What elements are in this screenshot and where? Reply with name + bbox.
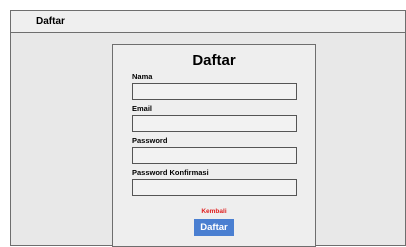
- name-field[interactable]: [132, 83, 297, 100]
- password-confirm-label: Password Konfirmasi: [132, 168, 209, 177]
- email-label: Email: [132, 104, 153, 113]
- password-confirm-field[interactable]: [132, 179, 297, 196]
- register-title: Daftar: [192, 52, 236, 69]
- navbar-brand[interactable]: Daftar: [36, 16, 65, 27]
- back-link[interactable]: Kembali: [113, 208, 315, 215]
- app-window: Daftar Daftar Nama Email Password Passwo…: [10, 10, 406, 247]
- top-navbar: Daftar: [11, 11, 405, 33]
- register-submit-button[interactable]: Daftar: [194, 219, 234, 236]
- password-field[interactable]: [132, 147, 297, 164]
- name-label: Nama: [132, 72, 153, 81]
- email-field[interactable]: [132, 115, 297, 132]
- password-label: Password: [132, 136, 168, 145]
- register-card: Daftar Nama Email Password Password Konf…: [112, 44, 316, 247]
